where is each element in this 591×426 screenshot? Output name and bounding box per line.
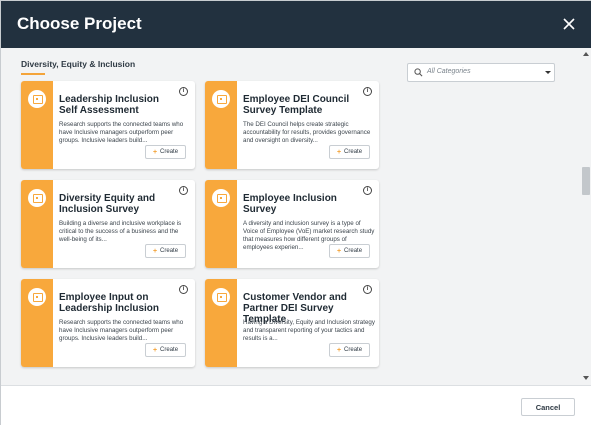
plus-icon: + bbox=[152, 247, 158, 255]
create-button[interactable]: + Create bbox=[329, 244, 370, 258]
card-description: Research supports the connected teams wh… bbox=[59, 319, 184, 342]
category-select-placeholder: All Categories bbox=[427, 68, 471, 75]
create-button[interactable]: + Create bbox=[145, 244, 186, 258]
choose-project-dialog: Choose Project Diversity, Equity & Inclu… bbox=[0, 0, 591, 426]
scroll-up-arrow[interactable] bbox=[583, 52, 589, 56]
project-card[interactable]: Employee Input on Leadership Inclusion i… bbox=[21, 279, 195, 367]
search-icon bbox=[414, 68, 423, 77]
scrollbar[interactable] bbox=[580, 48, 591, 385]
project-card[interactable]: Customer Vendor and Partner DEI Survey T… bbox=[205, 279, 379, 367]
project-icon bbox=[212, 288, 230, 306]
project-icon bbox=[212, 189, 230, 207]
create-button[interactable]: + Create bbox=[329, 145, 370, 159]
section-title: Diversity, Equity & Inclusion bbox=[21, 59, 136, 69]
close-icon[interactable] bbox=[561, 16, 577, 32]
project-icon bbox=[28, 189, 46, 207]
chevron-down-icon bbox=[545, 71, 551, 74]
plus-icon: + bbox=[336, 346, 342, 354]
card-description: Building a diverse and inclusive workpla… bbox=[59, 220, 182, 243]
create-label: Create bbox=[160, 149, 179, 155]
card-title: Employee Input on Leadership Inclusion bbox=[59, 292, 160, 314]
card-description: The DEI Council helps create strategic a… bbox=[243, 121, 371, 144]
info-icon[interactable]: i bbox=[363, 285, 372, 294]
card-description: Having a Diversity, Equity and Inclusion… bbox=[243, 319, 375, 342]
section-underline bbox=[21, 73, 45, 75]
info-icon[interactable]: i bbox=[179, 87, 188, 96]
create-button[interactable]: + Create bbox=[145, 145, 186, 159]
dialog-header: Choose Project bbox=[1, 1, 591, 48]
dialog-body: Diversity, Equity & Inclusion Leadership… bbox=[1, 48, 591, 385]
info-icon[interactable]: i bbox=[363, 186, 372, 195]
plus-icon: + bbox=[152, 148, 158, 156]
card-title: Leadership Inclusion Self Assessment bbox=[59, 94, 160, 116]
info-icon[interactable]: i bbox=[363, 87, 372, 96]
project-icon bbox=[28, 288, 46, 306]
project-icon bbox=[28, 90, 46, 108]
project-card[interactable]: Diversity Equity and Inclusion Survey i … bbox=[21, 180, 195, 268]
create-label: Create bbox=[160, 347, 179, 353]
dialog-title: Choose Project bbox=[17, 14, 142, 33]
project-card[interactable]: Employee DEI Council Survey Template i T… bbox=[205, 81, 379, 169]
category-select[interactable]: All Categories bbox=[407, 63, 555, 82]
scrollbar-thumb[interactable] bbox=[582, 167, 590, 195]
project-card[interactable]: Leadership Inclusion Self Assessment i R… bbox=[21, 81, 195, 169]
create-label: Create bbox=[344, 347, 363, 353]
project-card[interactable]: Employee Inclusion Survey i A diversity … bbox=[205, 180, 379, 268]
create-label: Create bbox=[344, 149, 363, 155]
dialog-footer: Cancel bbox=[1, 385, 591, 426]
info-icon[interactable]: i bbox=[179, 186, 188, 195]
project-icon bbox=[212, 90, 230, 108]
card-description: Research supports the connected teams wh… bbox=[59, 121, 184, 144]
plus-icon: + bbox=[152, 346, 158, 354]
cancel-button[interactable]: Cancel bbox=[521, 398, 575, 416]
create-button[interactable]: + Create bbox=[145, 343, 186, 357]
plus-icon: + bbox=[336, 247, 342, 255]
create-button[interactable]: + Create bbox=[329, 343, 370, 357]
card-title: Employee Inclusion Survey bbox=[243, 193, 337, 215]
create-label: Create bbox=[344, 248, 363, 254]
create-label: Create bbox=[160, 248, 179, 254]
scroll-down-arrow[interactable] bbox=[583, 376, 589, 380]
info-icon[interactable]: i bbox=[179, 285, 188, 294]
card-title: Employee DEI Council Survey Template bbox=[243, 94, 350, 116]
plus-icon: + bbox=[336, 148, 342, 156]
card-title: Diversity Equity and Inclusion Survey bbox=[59, 193, 156, 215]
